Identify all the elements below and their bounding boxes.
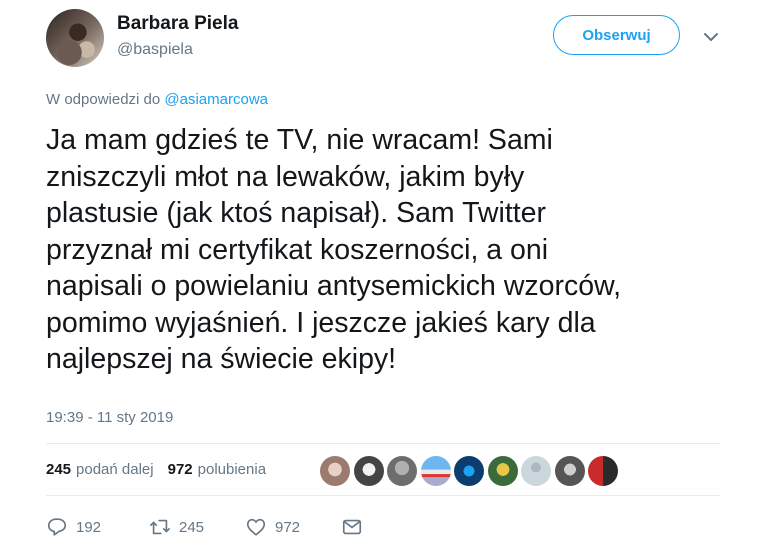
- divider: [46, 443, 720, 444]
- liker-avatar[interactable]: [554, 456, 585, 486]
- likes-stat-label: polubienia: [197, 461, 267, 478]
- liker-avatar[interactable]: [487, 456, 518, 486]
- divider: [46, 495, 720, 496]
- author-name[interactable]: Barbara Piela: [117, 13, 238, 35]
- likes-stat[interactable]: 972 polubienia: [168, 461, 266, 478]
- liker-avatar[interactable]: [320, 456, 350, 486]
- reply-prefix: W odpowiedzi do: [46, 91, 161, 108]
- chevron-down-icon[interactable]: [701, 27, 721, 47]
- like-action[interactable]: 972: [245, 516, 341, 538]
- retweets-stat-count: 245: [46, 461, 72, 478]
- message-icon: [342, 519, 362, 535]
- tweet-stats: 245 podań dalej 972 polubienia: [46, 461, 280, 478]
- liker-avatar[interactable]: [387, 456, 417, 486]
- liker-avatar[interactable]: [420, 456, 451, 486]
- follow-button[interactable]: Obserwuj: [553, 15, 680, 55]
- heart-icon: [246, 518, 266, 536]
- retweets-stat-label: podań dalej: [76, 461, 154, 478]
- reply-mention-link[interactable]: @asiamarcowa: [164, 91, 268, 108]
- tweet-timestamp[interactable]: 19:39 - 11 sty 2019: [46, 409, 173, 426]
- retweet-action[interactable]: 245: [149, 516, 245, 538]
- author-handle[interactable]: @baspiela: [117, 41, 193, 59]
- retweet-count: 245: [179, 518, 205, 536]
- reply-context: W odpowiedzi do @asiamarcowa: [46, 91, 268, 108]
- liker-avatars: [320, 456, 618, 486]
- author-avatar[interactable]: [46, 9, 104, 67]
- likes-stat-count: 972: [167, 461, 193, 478]
- reply-icon: [47, 518, 67, 536]
- reply-count: 192: [76, 518, 102, 536]
- liker-avatar[interactable]: [588, 456, 618, 486]
- liker-avatar[interactable]: [454, 456, 484, 486]
- retweet-icon: [150, 519, 170, 535]
- direct-message-action[interactable]: [341, 516, 363, 538]
- like-count: 972: [275, 518, 301, 536]
- liker-avatar[interactable]: [521, 456, 551, 486]
- retweets-stat[interactable]: 245 podań dalej: [46, 461, 154, 478]
- tweet-actions: 192 245 972: [46, 516, 363, 538]
- liker-avatar[interactable]: [353, 456, 384, 486]
- reply-action[interactable]: 192: [46, 516, 149, 538]
- tweet-text: Ja mam gdzieś te TV, nie wracam! Sami zn…: [46, 124, 622, 375]
